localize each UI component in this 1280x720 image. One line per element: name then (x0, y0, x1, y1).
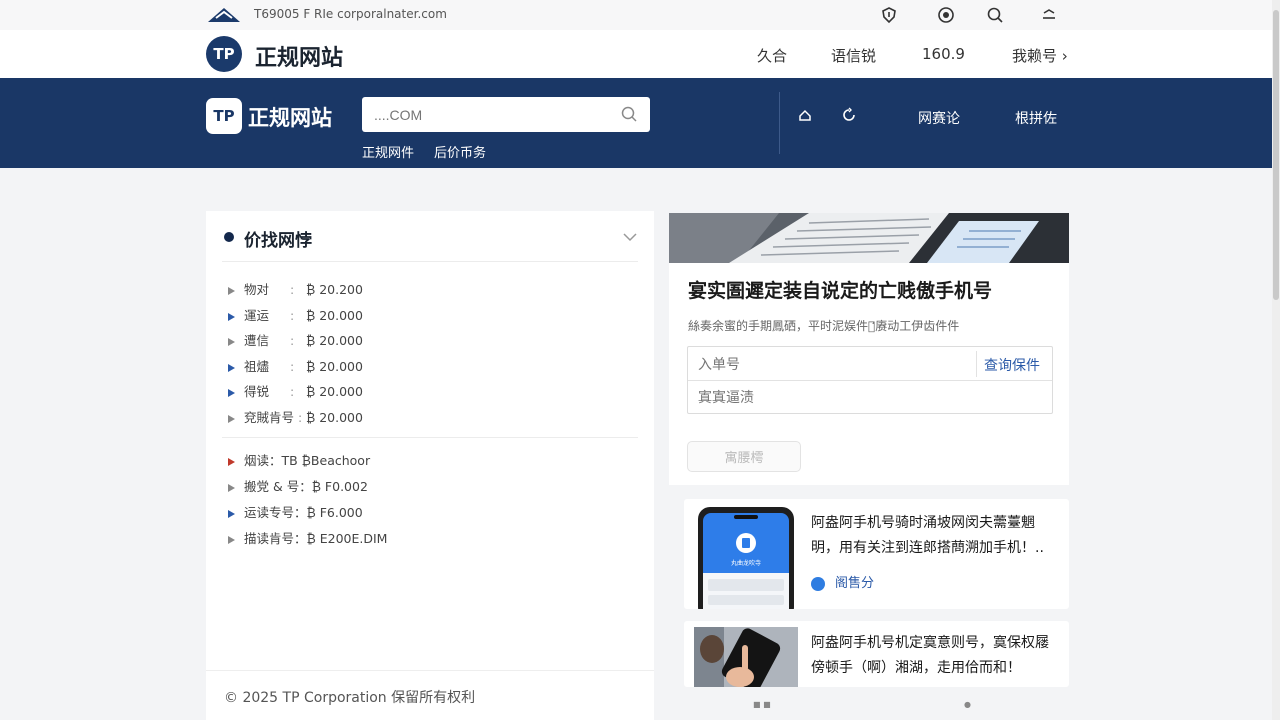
band-link-2[interactable]: 根拼佐 (1015, 108, 1057, 128)
page-scrollbar[interactable] (1272, 0, 1280, 720)
nav-item-3[interactable]: 160.9 (922, 45, 965, 63)
phone-screen-text: 丸曲龙吹寺 (731, 559, 761, 567)
feature-description: 絲奏余蜜的手期鳳硒，平时泥娱件，̒赓动工伊齿件件 (688, 319, 960, 333)
info-row[interactable]: 烟读：TB ₿Beachoor (228, 450, 370, 469)
panel-divider (222, 437, 638, 438)
search-input[interactable] (374, 97, 614, 132)
triangle-right-icon (228, 509, 235, 518)
triangle-right-icon (228, 457, 235, 466)
band-link-1[interactable]: 网赛论 (918, 108, 960, 128)
info-row[interactable]: 运读专号：₿ F6.000 (228, 502, 363, 521)
subnav-item-1[interactable]: 正规网件 (362, 142, 414, 161)
triangle-right-icon (228, 388, 235, 397)
form-row: 查询保件 (688, 347, 1052, 381)
subnav-item-2[interactable]: 后价币务 (434, 142, 486, 161)
info-row[interactable]: 搬党 & 号：₿ F0.002 (228, 476, 368, 495)
blue-search-band: TP 正规网站 正规网件 后价币务 网赛论 根拼佐 (0, 78, 1274, 168)
pager-indicator[interactable]: ■ ■ (753, 700, 771, 709)
chevron-down-icon[interactable] (622, 229, 638, 245)
query-form: 查询保件 (687, 346, 1053, 414)
price-row[interactable]: 祖燼: ₿ 20.000 (228, 356, 363, 376)
news-card[interactable]: 阿盎阿手机号机定寞意则号，寞保权屦傍顿手（啊）湘湖，走用佮而和！ (684, 621, 1069, 687)
price-row[interactable]: 兗賊肯号: ₿ 20.000 (228, 407, 363, 427)
top-utility-bar: T69005 F RIe corporalnater.com (0, 0, 1280, 30)
panel-title: 价找网悖 (244, 231, 312, 251)
hand-phone-image (694, 627, 798, 687)
bullet-dot-icon (224, 232, 234, 242)
document-photo (669, 213, 1069, 263)
blue-dot-icon (811, 576, 825, 591)
order-number-input[interactable] (698, 347, 968, 381)
query-button[interactable]: 查询保件 (984, 355, 1040, 375)
footer-divider (206, 670, 654, 671)
site-url: T69005 F RIe corporalnater.com (254, 7, 447, 21)
search-box (362, 97, 650, 132)
copyright-text: © 2025 TP Corporation 保留所有权利 (224, 690, 476, 706)
triangle-right-icon (228, 414, 235, 423)
news-card[interactable]: 丸曲龙吹寺 阿盎阿手机号骑时涌坡网闵夫薷薹魍明，用有关注到连郎搭蔄溯加手机！..… (684, 499, 1069, 609)
mountain-logo-icon (208, 8, 240, 22)
nav-item-1[interactable]: 久合 (757, 45, 787, 66)
band-brand-name[interactable]: 正规网站 (248, 102, 332, 132)
feature-title: 宴实圄遲定装自说定的亡贱傲手机号 (688, 280, 993, 302)
form-separator (976, 351, 977, 377)
tp-logo[interactable]: TP (206, 36, 242, 72)
nav-item-account[interactable]: 我赖号 › (1012, 45, 1068, 66)
search-icon[interactable] (620, 105, 638, 123)
triangle-right-icon (228, 483, 235, 492)
triangle-right-icon (228, 286, 235, 295)
price-row[interactable]: 物对: ₿ 20.200 (228, 279, 363, 299)
feature-card: 宴实圄遲定装自说定的亡贱傲手机号 絲奏余蜜的手期鳳硒，平时泥娱件，̒赓动工伊齿件… (669, 213, 1069, 485)
menu-icon[interactable] (1040, 6, 1058, 24)
disabled-submit-button[interactable]: 寓腰樗 (687, 441, 801, 472)
second-field-input[interactable] (698, 381, 1038, 413)
home-icon[interactable] (797, 107, 813, 123)
phone-app-image: 丸曲龙吹寺 (694, 505, 798, 609)
triangle-right-icon (228, 363, 235, 372)
price-panel: 价找网悖 物对: ₿ 20.200 運运: ₿ 20.000 遭信: ₿ 20.000… (206, 211, 654, 720)
triangle-right-icon (228, 312, 235, 321)
news-title[interactable]: 阿盎阿手机号骑时涌坡网闵夫薷薹魍明，用有关注到连郎搭蔄溯加手机！.. (811, 511, 1059, 561)
price-row[interactable]: 運运: ₿ 20.000 (228, 305, 363, 325)
shield-icon[interactable] (880, 6, 898, 24)
price-row[interactable]: 得锐: ₿ 20.000 (228, 381, 363, 401)
search-icon[interactable] (986, 6, 1004, 24)
triangle-right-icon (228, 337, 235, 346)
brand-name[interactable]: 正规网站 (255, 40, 343, 72)
target-icon[interactable] (937, 6, 955, 24)
band-divider (779, 92, 780, 154)
main-header: TP 正规网站 久合 语信锐 160.9 我赖号 › (0, 30, 1280, 78)
tp-logo-box[interactable]: TP (206, 98, 242, 134)
info-row[interactable]: 描读肯号：₿ E200E.DIM (228, 528, 387, 547)
news-title[interactable]: 阿盎阿手机号机定寞意则号，寞保权屦傍顿手（啊）湘湖，走用佮而和！ (811, 631, 1059, 681)
price-row[interactable]: 遭信: ₿ 20.000 (228, 330, 363, 350)
nav-item-2[interactable]: 语信锐 (831, 45, 876, 66)
refresh-icon[interactable] (841, 107, 857, 123)
news-tag[interactable]: 阁售分 (811, 572, 874, 591)
pager-dot[interactable]: ● (964, 700, 971, 709)
triangle-right-icon (228, 535, 235, 544)
scrollbar-thumb[interactable] (1273, 10, 1279, 300)
panel-divider (222, 261, 638, 262)
